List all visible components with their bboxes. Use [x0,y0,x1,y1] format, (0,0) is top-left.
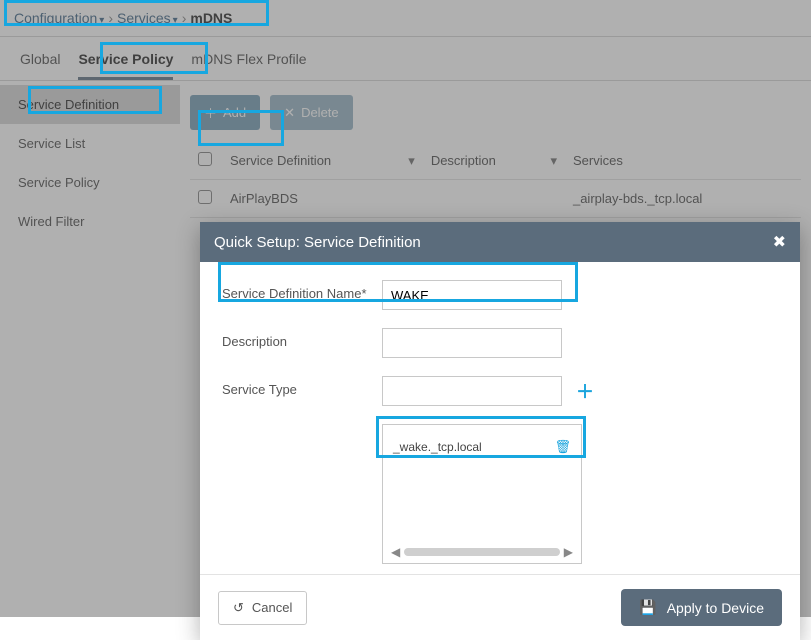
sidebar-item-wired-filter[interactable]: Wired Filter [0,202,180,241]
scroll-left-icon[interactable]: ◀ [391,545,400,559]
description-label: Description [222,328,382,349]
table-row[interactable]: AirPlayBDS _airplay-bds._tcp.local [190,180,801,218]
name-label: Service Definition Name* [222,280,382,301]
chevron-down-icon: ▾ [173,15,178,26]
cell-services: _airplay-bds._tcp.local [565,180,801,218]
sidebar-item-service-definition[interactable]: Service Definition [0,85,180,124]
filter-icon[interactable]: ▾ [550,153,557,169]
save-icon: 💾 [639,599,656,616]
tabs: Global Service Policy mDNS Flex Profile [0,37,811,81]
chevron-down-icon: ▾ [99,15,104,26]
chevron-right-icon: › [108,10,113,26]
cancel-button[interactable]: ↺ Cancel [218,591,307,625]
add-button[interactable]: ＋ Add [190,95,260,130]
service-definition-table: Service Definition ▾ Description ▾ Service… [190,142,801,218]
add-button-label: Add [223,105,246,120]
row-checkbox[interactable] [198,190,212,204]
select-all-checkbox[interactable] [198,152,212,166]
main-content: ＋ Add ✕ Delete Service Definition ▾ Descr… [180,81,811,241]
tab-service-policy[interactable]: Service Policy [78,51,173,80]
breadcrumb-configuration[interactable]: Configuration▾ [14,10,104,26]
trash-icon[interactable]: 🗑 [554,439,571,455]
sidebar: Service Definition Service List Service … [0,81,180,241]
tab-mdns-flex-profile[interactable]: mDNS Flex Profile [191,51,306,80]
delete-button-label: Delete [301,105,339,120]
add-service-type-icon[interactable]: ＋ [576,378,594,404]
breadcrumb: Configuration▾ › Services▾ › mDNS [0,0,811,37]
breadcrumb-services[interactable]: Services▾ [117,10,178,26]
delete-button[interactable]: ✕ Delete [270,95,352,130]
service-type-input[interactable] [382,376,562,406]
col-header-description[interactable]: Description [431,153,496,168]
scroll-right-icon[interactable]: ▶ [564,545,573,559]
service-type-entry-text: _wake._tcp.local [393,440,482,454]
col-header-services[interactable]: Services [573,153,623,168]
service-type-list: _wake._tcp.local 🗑 ◀ ▶ [382,424,582,564]
plus-icon: ＋ [204,103,217,122]
service-definition-name-input[interactable] [382,280,562,310]
sidebar-item-service-list[interactable]: Service List [0,124,180,163]
cell-definition: AirPlayBDS [222,180,423,218]
description-input[interactable] [382,328,562,358]
tab-global[interactable]: Global [20,51,60,80]
scroll-track[interactable] [404,548,560,556]
close-icon: ✕ [284,105,295,121]
undo-icon: ↺ [233,600,244,616]
service-type-entry: _wake._tcp.local 🗑 [391,435,573,459]
quick-setup-dialog: Quick Setup: Service Definition ✖ Servic… [200,222,800,640]
col-header-definition[interactable]: Service Definition [230,153,331,168]
breadcrumb-current: mDNS [190,10,232,26]
close-icon[interactable]: ✖ [773,232,786,252]
service-type-label: Service Type [222,376,382,397]
dialog-title: Quick Setup: Service Definition [214,234,421,251]
chevron-right-icon: › [182,10,187,26]
cancel-label: Cancel [252,600,292,615]
sidebar-item-service-policy[interactable]: Service Policy [0,163,180,202]
filter-icon[interactable]: ▾ [408,153,415,169]
apply-label: Apply to Device [667,600,764,616]
dialog-header: Quick Setup: Service Definition ✖ [200,222,800,262]
cell-description [423,180,565,218]
list-scrollbar[interactable]: ◀ ▶ [391,545,573,559]
apply-to-device-button[interactable]: 💾 Apply to Device [621,589,782,626]
